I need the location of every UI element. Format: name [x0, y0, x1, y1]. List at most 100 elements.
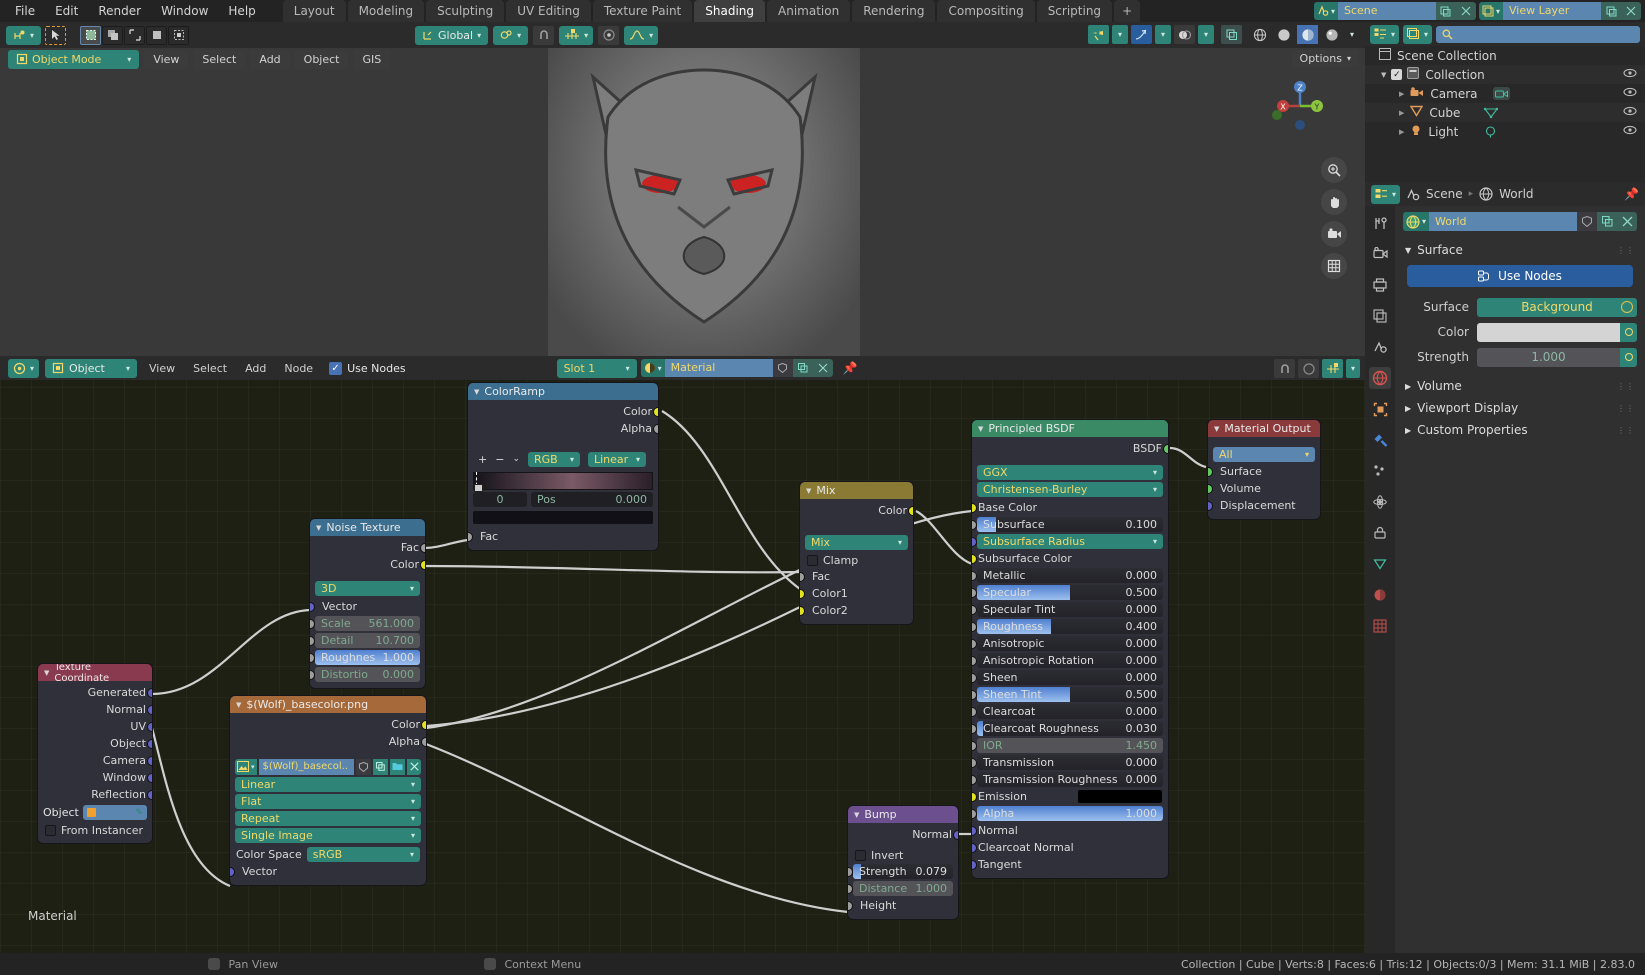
fake-user-icon[interactable] [356, 758, 371, 775]
principled-roughness-field[interactable]: Roughness 0.400 [977, 619, 1163, 634]
select-invert-icon[interactable] [146, 25, 168, 45]
properties-tab-physics[interactable] [1369, 491, 1391, 513]
node-bump[interactable]: ▼ Bump Normal Invert Strength 0.079 Dist… [848, 806, 958, 919]
principled-alpha-field[interactable]: Alpha 1.000 [977, 806, 1163, 821]
select-subtract-icon[interactable] [124, 25, 146, 45]
overlay-icon[interactable] [1322, 359, 1343, 378]
node-output-uv[interactable]: UV [38, 718, 152, 735]
output-socket-camera[interactable] [148, 757, 152, 765]
shading-solid-icon[interactable] [1273, 25, 1294, 44]
bump-strength-field[interactable]: Strength 0.079 [853, 864, 953, 879]
material-unlink-button[interactable] [812, 359, 833, 377]
material-selector[interactable]: ▾ Material [640, 359, 833, 377]
tab-sculpting[interactable]: Sculpting [426, 0, 505, 22]
bump-distance-row[interactable]: Distance 1.000 [848, 880, 958, 897]
cursor-tool-icon[interactable] [45, 25, 67, 45]
collapse-triangle-icon[interactable]: ▼ [806, 487, 811, 495]
filter-icon[interactable]: ▾ [1403, 24, 1433, 44]
viewport-menu-gis[interactable]: GIS [353, 49, 391, 69]
principled-socket-transmission-roughness[interactable]: Transmission Roughness 0.000 [972, 771, 1168, 788]
menu-help[interactable]: Help [219, 2, 264, 20]
color-swatch[interactable] [1477, 322, 1620, 342]
use-nodes-button[interactable]: Use Nodes [1407, 265, 1633, 287]
image-interpolation-dropdown[interactable]: Linear ▾ [235, 777, 421, 792]
properties-tab-particles[interactable] [1369, 460, 1391, 482]
input-socket-roughness[interactable] [972, 623, 976, 631]
principled-socket-subsurface-radius[interactable]: Subsurface Radius ▾ [972, 533, 1168, 550]
input-socket-ior[interactable] [972, 742, 976, 750]
viewport-menu-select[interactable]: Select [193, 49, 246, 69]
bump-distance-field[interactable]: Distance 1.000 [853, 881, 953, 896]
principled-specular-field[interactable]: Specular 0.500 [977, 585, 1163, 600]
node-output-camera[interactable]: Camera [38, 752, 152, 769]
mix-blend-type-dropdown[interactable]: Mix ▾ [805, 535, 908, 550]
collapse-triangle-icon[interactable]: ▼ [44, 669, 49, 677]
visibility-eye-icon[interactable] [1623, 87, 1637, 100]
world-fake-user-button[interactable] [1577, 212, 1597, 231]
node-noise-texture[interactable]: ▼ Noise Texture Fac Color 3D ▾ Vector Sc… [310, 519, 425, 688]
menu-file[interactable]: File [6, 2, 44, 20]
input-socket-subsurface[interactable] [972, 521, 976, 529]
tab-rendering[interactable]: Rendering [852, 0, 936, 22]
node-output-normal[interactable]: Normal [38, 701, 152, 718]
disclosure-triangle-icon[interactable]: ▶ [1405, 404, 1411, 413]
image-extension-dropdown[interactable]: Repeat ▾ [235, 811, 421, 826]
principled-metallic-field[interactable]: Metallic 0.000 [977, 568, 1163, 583]
properties-tab-constraints[interactable] [1369, 522, 1391, 544]
principled-sheen-tint-field[interactable]: Sheen Tint 0.500 [977, 687, 1163, 702]
node-mix[interactable]: ▼ Mix Color Mix ▾ Clamp Fac Color1 Color2 [800, 482, 913, 624]
input-socket-sheen[interactable] [972, 674, 976, 682]
disclosure-triangle-icon[interactable]: ▼ [1405, 246, 1411, 255]
noise-dimension-dropdown[interactable]: 3D ▾ [315, 581, 420, 596]
principled-socket-specular-tint[interactable]: Specular Tint 0.000 [972, 601, 1168, 618]
input-socket-alpha[interactable] [972, 810, 976, 818]
image-name-field[interactable]: $(Wolf)_basecol.. [258, 758, 354, 775]
tab-animation[interactable]: Animation [767, 0, 851, 22]
principled-socket-subsurface[interactable]: Subsurface 0.100 [972, 516, 1168, 533]
image-browse-icon[interactable]: ▾ [235, 758, 257, 775]
colorramp-index-field[interactable]: 0 [473, 492, 527, 507]
input-socket-subsurface-color[interactable] [972, 555, 976, 563]
material-output-target-dropdown[interactable]: All ▾ [1213, 447, 1315, 462]
principled-socket-emission[interactable]: Emission [972, 788, 1168, 805]
node-output-alpha[interactable]: Alpha [468, 420, 658, 437]
output-socket-alpha[interactable] [654, 425, 658, 433]
visibility-eye-icon[interactable] [1623, 68, 1637, 81]
viewport-menu-object[interactable]: Object [294, 49, 349, 69]
outliner-display-icon[interactable]: ▾ [1370, 24, 1400, 44]
from-instancer-checkbox[interactable] [45, 824, 56, 836]
node-image-texture[interactable]: ▼ $(Wolf)_basecolor.png Color Alpha ▾ $(… [230, 696, 426, 885]
scene-selector[interactable]: ▾ Scene [1313, 2, 1476, 20]
world-delete-button[interactable] [1617, 212, 1637, 231]
disclosure-triangle-icon[interactable]: ▼ [1381, 71, 1386, 79]
strength-animate-dot[interactable] [1620, 347, 1637, 367]
output-socket-uv[interactable] [148, 723, 152, 731]
breadcrumb-world[interactable]: World [1499, 187, 1533, 201]
node-header[interactable]: ▼ ColorRamp [468, 383, 658, 400]
pin-icon[interactable]: 📌 [843, 361, 858, 375]
node-input-color2[interactable]: Color2 [800, 602, 913, 619]
principled-socket-ior[interactable]: IOR 1.450 [972, 737, 1168, 754]
viewport-menu-add[interactable]: Add [250, 49, 290, 69]
world-name-field[interactable]: World [1429, 212, 1577, 231]
node-texture-coordinate[interactable]: ▼ Texture Coordinate Generated Normal UV… [38, 664, 152, 843]
input-socket-clearcoat-normal[interactable] [972, 844, 976, 852]
select-box-icon[interactable] [80, 25, 102, 45]
properties-tab-render[interactable] [1369, 243, 1391, 265]
principled-socket-roughness[interactable]: Roughness 0.400 [972, 618, 1168, 635]
menu-window[interactable]: Window [152, 2, 217, 20]
zoom-icon[interactable] [1321, 157, 1347, 183]
properties-tab-object[interactable] [1369, 398, 1391, 420]
world-id-selector[interactable]: ▾ World [1403, 212, 1637, 231]
principled-subsurface-method-dropdown[interactable]: Christensen-Burley ▾ [977, 482, 1163, 497]
output-socket-object[interactable] [148, 740, 152, 748]
section-surface-header[interactable]: ▼ Surface ⋮⋮ [1403, 239, 1637, 261]
shader-menu-add[interactable]: Add [239, 362, 272, 375]
camera-view-icon[interactable] [1321, 221, 1347, 247]
world-icon[interactable]: ▾ [1403, 212, 1430, 231]
colorramp-stop-handle[interactable] [474, 472, 484, 492]
input-socket-vector[interactable] [230, 868, 234, 876]
scene-icon[interactable]: ▾ [1313, 2, 1338, 20]
node-input-volume[interactable]: Volume [1208, 480, 1320, 497]
input-socket-clearcoat[interactable] [972, 708, 976, 716]
